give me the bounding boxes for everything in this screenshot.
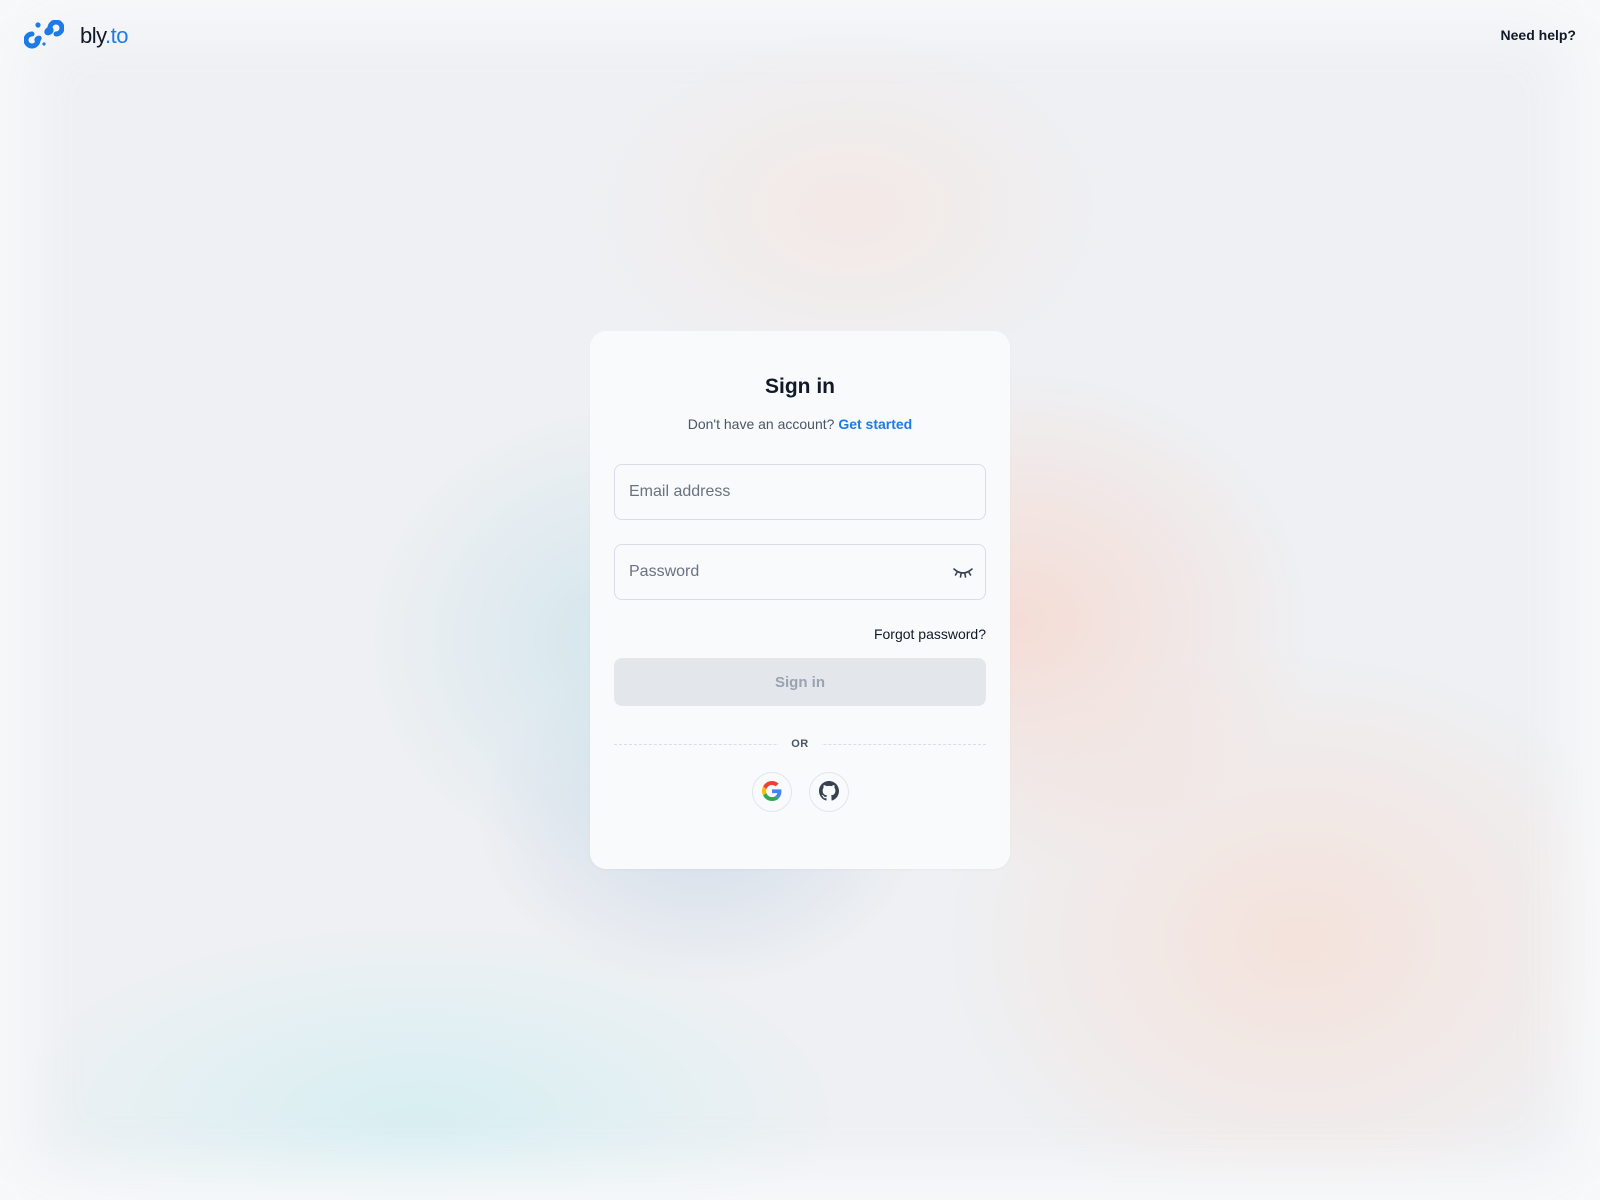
password-field[interactable] bbox=[615, 545, 985, 599]
email-field-wrapper bbox=[614, 464, 986, 520]
forgot-password-row: Forgot password? bbox=[614, 626, 986, 644]
get-started-link[interactable]: Get started bbox=[838, 416, 912, 432]
toggle-password-visibility-button[interactable] bbox=[951, 563, 975, 583]
password-field-wrapper bbox=[614, 544, 986, 600]
chain-link-icon bbox=[24, 20, 64, 52]
email-field[interactable] bbox=[615, 465, 985, 519]
forgot-password-link[interactable]: Forgot password? bbox=[874, 626, 986, 642]
signup-prompt-text: Don't have an account? bbox=[687, 416, 835, 432]
page-title: Sign in bbox=[765, 375, 835, 398]
github-login-button[interactable] bbox=[808, 772, 849, 812]
signup-prompt: Don't have an account? Get started bbox=[614, 416, 986, 432]
google-login-button[interactable] bbox=[751, 772, 792, 812]
sign-in-button[interactable]: Sign in bbox=[614, 658, 986, 706]
google-icon bbox=[761, 780, 782, 804]
github-icon bbox=[818, 780, 839, 804]
eye-closed-icon bbox=[952, 567, 974, 582]
brand-name: bly.to bbox=[80, 23, 128, 48]
brand-logo-link[interactable]: bly.to bbox=[24, 20, 128, 52]
or-divider: OR bbox=[614, 736, 986, 752]
social-login-row bbox=[614, 772, 986, 812]
or-divider-label: OR bbox=[779, 738, 821, 750]
sign-in-card: Sign in Don't have an account? Get start… bbox=[590, 331, 1010, 869]
need-help-link[interactable]: Need help? bbox=[1501, 27, 1576, 43]
